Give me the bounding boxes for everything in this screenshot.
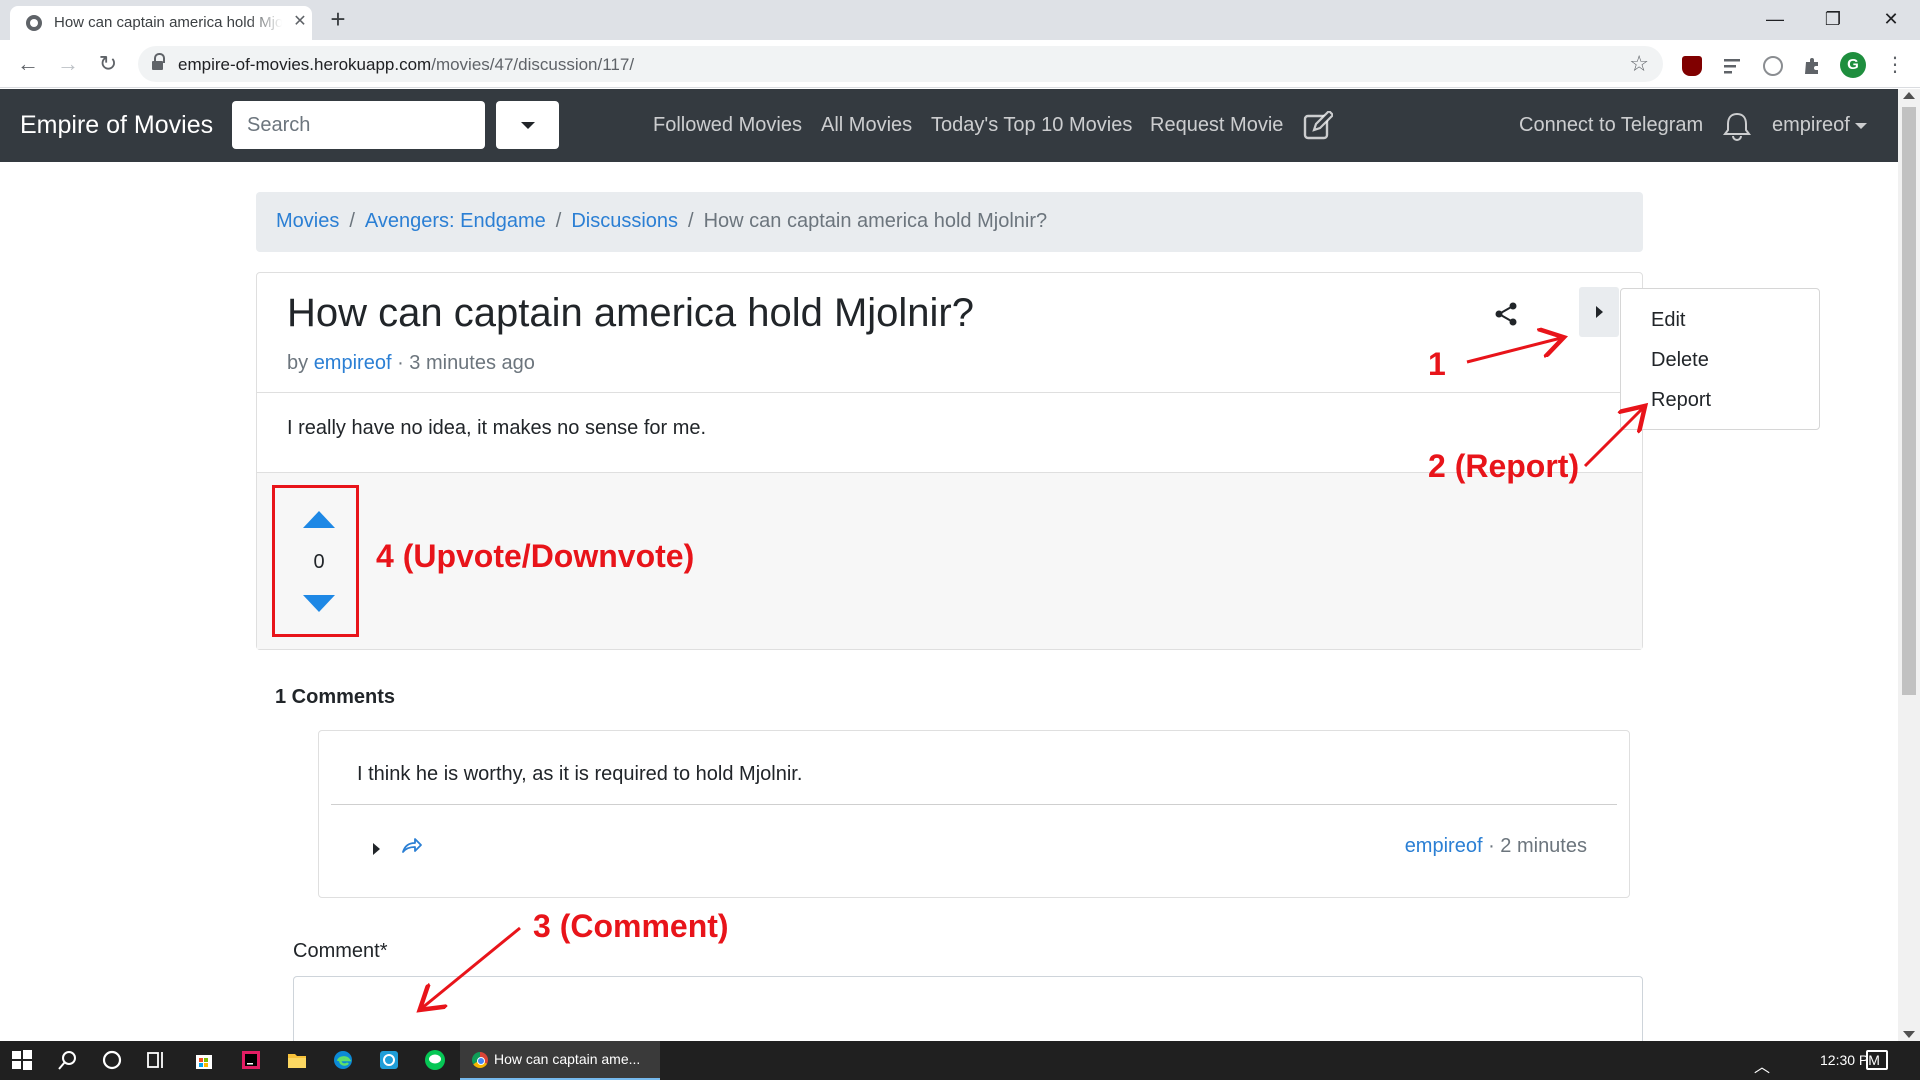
breadcrumb-discussions[interactable]: Discussions [571,210,678,232]
reply-share-icon[interactable] [401,837,423,855]
window-close-button[interactable]: ✕ [1868,4,1914,34]
user-menu-dropdown[interactable]: empireof [1772,114,1867,137]
breadcrumb-movie[interactable]: Avengers: Endgame [365,210,546,232]
annotation-vote-box [272,485,359,637]
tab-close-icon[interactable]: ✕ [290,12,310,32]
nav-all-movies[interactable]: All Movies [821,114,912,137]
ublock-shield-icon[interactable] [1682,56,1702,76]
annotation-1-label: 1 [1428,346,1446,382]
tab-title: How can captain america hold Mjolnir? [54,14,282,31]
search-icon[interactable] [57,1049,79,1071]
taskbar-chrome-window[interactable]: How can captain ame... [460,1041,660,1080]
search-input[interactable] [232,101,485,149]
edit-icon[interactable] [1303,111,1333,141]
annotation-2-label: 2 (Report) [1428,448,1580,484]
scroll-down-icon[interactable] [1903,1031,1915,1038]
bell-icon[interactable] [1723,111,1751,141]
site-brand[interactable]: Empire of Movies [20,111,213,140]
browser-menu-icon[interactable]: ⋮ [1885,52,1905,78]
nav-top-10-movies[interactable]: Today's Top 10 Movies [931,114,1132,137]
scroll-up-icon[interactable] [1903,92,1915,99]
expand-replies-icon[interactable] [373,843,380,855]
extension-h-icon[interactable] [1763,56,1783,76]
discussion-meta: by empireof · 3 minutes ago [287,352,535,374]
puzzle-extensions-icon[interactable] [1803,56,1823,76]
browser-tab-strip: How can captain america hold Mjolnir? ✕ … [0,0,1920,40]
breadcrumb-movies[interactable]: Movies [276,210,339,232]
forward-arrow-icon[interactable]: → [54,50,82,78]
line-app-icon[interactable] [424,1049,446,1071]
chat-app-icon[interactable] [378,1049,400,1071]
browser-tab[interactable]: How can captain america hold Mjolnir? ✕ [10,6,312,40]
minimize-button[interactable]: — [1752,4,1798,34]
nav-connect-telegram[interactable]: Connect to Telegram [1519,114,1703,137]
profile-avatar[interactable]: G [1840,52,1866,78]
comment-text: I think he is worthy, as it is required … [357,763,803,785]
share-icon[interactable] [1493,301,1519,327]
task-view-icon[interactable] [145,1049,167,1071]
globe-icon [26,15,42,31]
comments-count: 1 Comments [275,686,396,708]
nav-followed-movies[interactable]: Followed Movies [653,114,802,137]
taskbar-window-title: How can captain ame... [494,1051,641,1067]
system-tray-chevron-icon[interactable]: ︿ [1754,1053,1770,1077]
menu-item-report[interactable]: Report [1651,389,1711,412]
annotation-4-label: 4 (Upvote/Downvote) [376,538,695,574]
lock-icon[interactable] [152,53,165,70]
scroll-thumb[interactable] [1902,107,1916,695]
menu-item-delete[interactable]: Delete [1651,349,1709,372]
discussion-body-text: I really have no idea, it makes no sense… [287,417,707,439]
more-options-button[interactable] [1579,287,1619,337]
discussion-title: How can captain america hold Mjolnir? [287,291,974,335]
options-dropdown-menu: Edit Delete Report [1620,288,1820,430]
page-scrollbar[interactable] [1898,89,1920,1041]
comment-meta: empireof · 2 minutes [1404,835,1587,857]
breadcrumb: Movies / Avengers: Endgame / Discussions / How… [256,192,1643,252]
comment-field-label: Comment* [293,940,388,962]
search-options-dropdown[interactable] [496,101,559,149]
comment-author-link[interactable]: empireof [1405,835,1483,857]
discussion-author-link[interactable]: empireof [314,352,392,374]
bookmark-star-icon[interactable]: ☆ [1629,51,1649,77]
comment-divider [331,804,1617,805]
annotation-3-label: 3 (Comment) [533,908,729,944]
reload-icon[interactable]: ↻ [94,50,122,78]
store-icon[interactable] [193,1049,215,1071]
maximize-button[interactable]: ❐ [1810,4,1856,34]
caret-down-icon [1854,122,1867,129]
nav-request-movie[interactable]: Request Movie [1150,114,1283,137]
chrome-icon [472,1052,488,1068]
back-arrow-icon[interactable]: ← [14,50,42,78]
reading-list-icon[interactable] [1723,56,1743,76]
menu-item-edit[interactable]: Edit [1651,309,1685,332]
file-explorer-icon[interactable] [286,1049,308,1071]
comment-card: I think he is worthy, as it is required … [318,730,1630,898]
edge-icon[interactable] [332,1049,354,1071]
site-navbar: Empire of Movies Followed Movies All Mov… [0,89,1898,162]
jetbrains-icon[interactable] [240,1049,262,1071]
windows-taskbar: How can captain ame... ︿ 12:30 PM [0,1041,1920,1080]
comment-textarea[interactable] [293,976,1643,1041]
breadcrumb-current: How can captain america hold Mjolnir? [703,210,1048,232]
notification-center-icon[interactable] [1866,1050,1888,1070]
cortana-icon[interactable] [101,1049,123,1071]
new-tab-button[interactable]: + [324,6,352,34]
address-bar[interactable]: empire-of-movies.herokuapp.com/movies/47… [138,46,1663,82]
windows-start-icon[interactable] [11,1049,33,1071]
browser-toolbar: ← → ↻ empire-of-movies.herokuapp.com/mov… [0,40,1920,88]
url-text[interactable]: empire-of-movies.herokuapp.com/movies/47… [178,55,634,75]
